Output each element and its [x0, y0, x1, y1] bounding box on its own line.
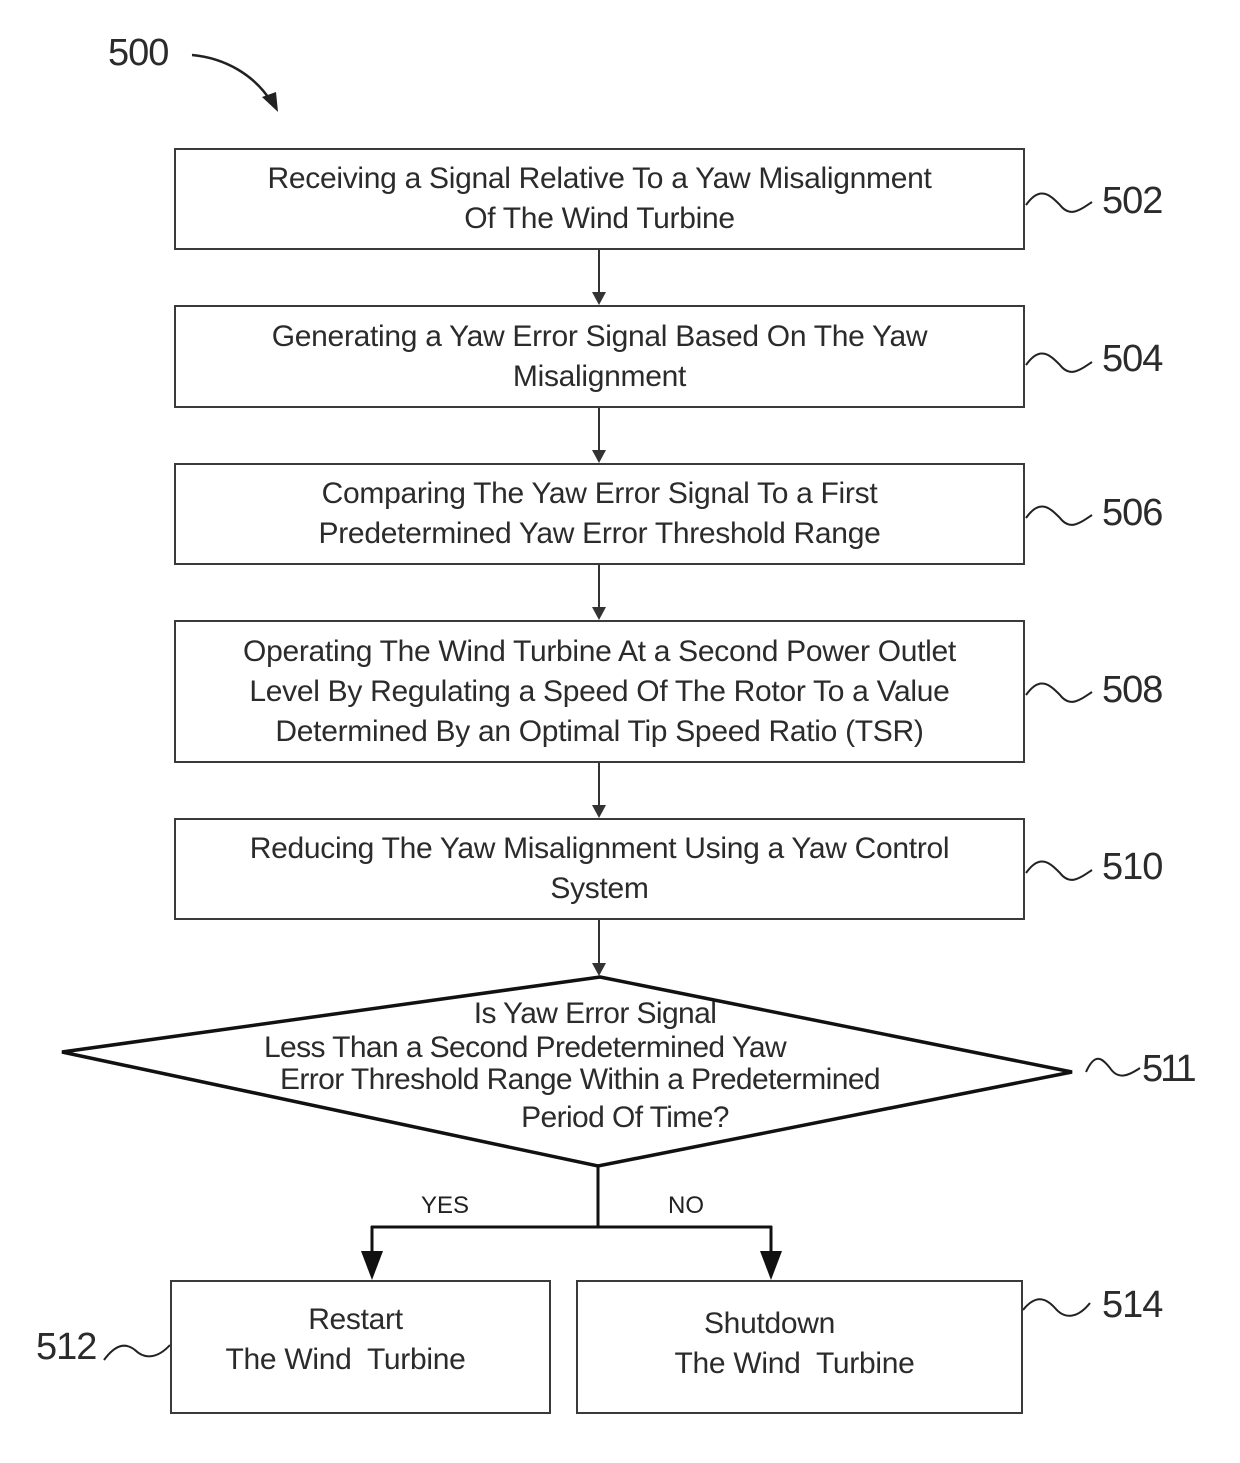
step-510-box: Reducing The Yaw Misalignment Using a Ya…: [174, 818, 1025, 920]
squiggle-506: [1025, 505, 1093, 526]
step-508-box: Operating The Wind Turbine At a Second P…: [174, 620, 1025, 763]
arrowhead-506: [592, 450, 606, 463]
step-502-ref: 502: [1102, 180, 1163, 222]
figure-pointer-arrow: [191, 53, 274, 104]
shutdown-line-2: The Wind Turbine: [674, 1347, 915, 1380]
restart-box: Restart The Wind Turbine: [170, 1280, 551, 1414]
step-502-text: Receiving a Signal Relative To a Yaw Mis…: [267, 162, 932, 235]
figure-number: 500: [108, 32, 169, 74]
step-504-ref: 504: [1102, 338, 1163, 380]
branch-no-arrowhead: [760, 1251, 782, 1280]
arrowhead-510: [592, 805, 606, 818]
step-506-text: Comparing The Yaw Error Signal To a Firs…: [318, 477, 881, 550]
step-504-box: Generating a Yaw Error Signal Based On T…: [174, 305, 1025, 408]
step-506-box: Comparing The Yaw Error Signal To a Firs…: [174, 463, 1025, 565]
yes-label: YES: [421, 1192, 470, 1219]
decision-line-2: Less Than a Second Predetermined Yaw: [263, 1031, 787, 1064]
figure-pointer-arrowhead: [262, 92, 278, 112]
squiggle-504: [1025, 352, 1093, 373]
step-504-text: Generating a Yaw Error Signal Based On T…: [271, 319, 928, 393]
squiggle-511: [1085, 1057, 1141, 1077]
shutdown-box: Shutdown The Wind Turbine: [576, 1280, 1023, 1414]
step-502-box: Receiving a Signal Relative To a Yaw Mis…: [174, 148, 1025, 250]
no-label: NO: [668, 1192, 704, 1219]
step-510-ref: 510: [1102, 846, 1163, 888]
arrowhead-511: [592, 963, 606, 976]
decision-line-1: Is Yaw Error Signal: [473, 997, 717, 1030]
squiggle-510: [1025, 860, 1093, 881]
decision-ref: 511: [1142, 1048, 1197, 1090]
restart-line-2: The Wind Turbine: [225, 1343, 466, 1376]
step-508-text: Operating The Wind Turbine At a Second P…: [243, 634, 956, 748]
decision-line-4: Period Of Time?: [521, 1101, 729, 1134]
arrowhead-504: [592, 292, 606, 305]
shutdown-ref: 514: [1102, 1284, 1163, 1326]
squiggle-514: [1022, 1298, 1091, 1317]
decision-line-3: Error Threshold Range Within a Predeterm…: [279, 1063, 881, 1096]
branch-yes-arrowhead: [361, 1251, 383, 1280]
squiggle-502: [1025, 192, 1093, 213]
step-508-ref: 508: [1102, 669, 1163, 711]
squiggle-508: [1025, 682, 1093, 703]
shutdown-line-1: Shutdown: [703, 1307, 836, 1340]
step-506-ref: 506: [1102, 492, 1163, 534]
squiggle-512: [103, 1344, 171, 1361]
step-510-text: Reducing The Yaw Misalignment Using a Ya…: [249, 832, 950, 905]
restart-ref: 512: [36, 1326, 97, 1368]
restart-line-1: Restart: [308, 1303, 403, 1336]
arrowhead-508: [592, 607, 606, 620]
